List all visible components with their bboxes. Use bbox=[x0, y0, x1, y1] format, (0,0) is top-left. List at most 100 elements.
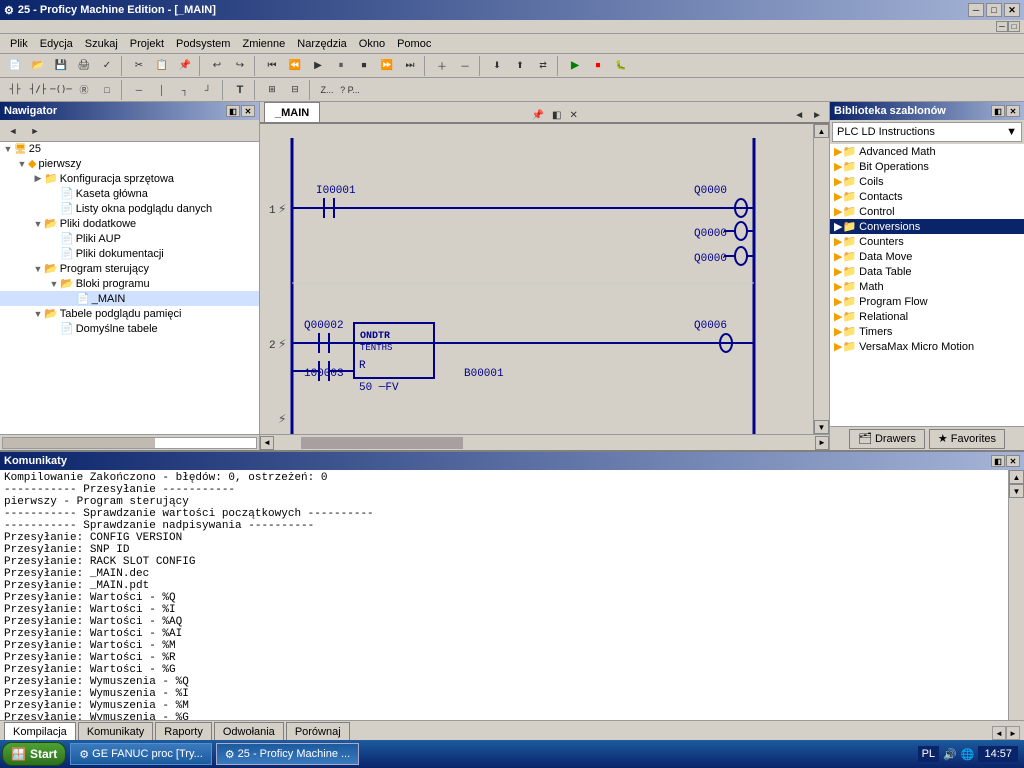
media-rewind[interactable]: ⏪ bbox=[284, 56, 306, 76]
tree-item-aup[interactable]: 📄 Pliki AUP bbox=[0, 231, 259, 246]
lib-item-versamax[interactable]: ▶📁 VersaMax Micro Motion bbox=[830, 339, 1024, 354]
lib-item-math[interactable]: ▶📁 Math bbox=[830, 279, 1024, 294]
nav-right-btn[interactable]: ► bbox=[809, 109, 825, 122]
menu-zmienne[interactable]: Zmienne bbox=[236, 36, 291, 52]
msg-tab-raporty[interactable]: Raporty bbox=[155, 722, 212, 740]
tree-item-program[interactable]: ▼ 📂 Program sterujący bbox=[0, 261, 259, 276]
lib-item-datatable[interactable]: ▶📁 Data Table bbox=[830, 264, 1024, 279]
rung-btn[interactable]: Ⓡ bbox=[73, 80, 95, 100]
grid2-btn[interactable]: ⊟ bbox=[284, 80, 306, 100]
copy-btn[interactable]: 📋 bbox=[151, 56, 173, 76]
contact-btn[interactable]: ┤├ bbox=[4, 80, 26, 100]
scroll-down-btn[interactable]: ▼ bbox=[814, 420, 829, 434]
media-play[interactable]: ▶ bbox=[307, 56, 329, 76]
scroll-left-btn[interactable]: ◄ bbox=[260, 436, 274, 450]
msg-scroll-up[interactable]: ▲ bbox=[1009, 470, 1024, 484]
nav-float-btn[interactable]: ◧ bbox=[226, 105, 240, 117]
lib-close-btn[interactable]: ✕ bbox=[1006, 105, 1020, 117]
lib-item-advmath[interactable]: ▶📁 Advanced Math bbox=[830, 144, 1024, 159]
upload-btn[interactable]: ⬆ bbox=[509, 56, 531, 76]
menu-pomoc[interactable]: Pomoc bbox=[391, 36, 437, 52]
lib-float-btn[interactable]: ◧ bbox=[991, 105, 1005, 117]
menu-narzedzia[interactable]: Narzędzia bbox=[291, 36, 353, 52]
ladder-vscroll[interactable]: ▲ ▼ bbox=[813, 124, 829, 434]
lib-item-conversions[interactable]: ▶📁 Conversions bbox=[830, 219, 1024, 234]
msg-vscroll[interactable]: ▲ ▼ bbox=[1008, 470, 1024, 720]
lib-item-control[interactable]: ▶📁 Control bbox=[830, 204, 1024, 219]
media-pause[interactable]: ⏸ bbox=[330, 56, 352, 76]
lib-dropdown[interactable]: PLC LD Instructions ▼ bbox=[832, 122, 1022, 142]
dline-btn[interactable]: ┐ bbox=[174, 80, 196, 100]
msg-float-btn[interactable]: ◧ bbox=[991, 455, 1005, 467]
close-btn[interactable]: ✕ bbox=[1004, 3, 1020, 17]
cut-btn[interactable]: ✂ bbox=[128, 56, 150, 76]
favorites-btn[interactable]: ★ Favorites bbox=[929, 429, 1005, 449]
media-ff[interactable]: ⏩ bbox=[376, 56, 398, 76]
box-btn[interactable]: □ bbox=[96, 80, 118, 100]
menu-edycja[interactable]: Edycja bbox=[34, 36, 79, 52]
inner-minimize-btn[interactable]: ─ bbox=[996, 21, 1008, 32]
msg-tab-porownaj[interactable]: Porównaj bbox=[286, 722, 350, 740]
text-btn[interactable]: T bbox=[229, 80, 251, 100]
taskbar-item-proficy[interactable]: ⚙ 25 - Proficy Machine ... bbox=[216, 743, 359, 765]
run-btn[interactable]: ▶ bbox=[564, 56, 586, 76]
start-button[interactable]: 🪟 Start bbox=[2, 742, 66, 766]
open-btn[interactable]: 📂 bbox=[27, 56, 49, 76]
tab-scroll-right[interactable]: ► bbox=[1006, 726, 1020, 740]
close-editor-btn[interactable]: ✕ bbox=[566, 109, 580, 122]
pin-icon[interactable]: 📌 bbox=[529, 109, 547, 122]
drawers-btn[interactable]: 🗂 Drawers bbox=[849, 429, 925, 449]
ladder-canvas[interactable]: 1 ⚡ I00001 bbox=[260, 124, 829, 434]
lib-item-contacts[interactable]: ▶📁 Contacts bbox=[830, 189, 1024, 204]
save-btn[interactable]: 💾 bbox=[50, 56, 72, 76]
nav-left-btn[interactable]: ◄ bbox=[791, 109, 807, 122]
download-btn[interactable]: ⬇ bbox=[486, 56, 508, 76]
scroll-right-btn[interactable]: ► bbox=[815, 436, 829, 450]
msg-tab-kompilacja[interactable]: Kompilacja bbox=[4, 722, 76, 740]
taskbar-item-fanuc[interactable]: ⚙ GE FANUC proc [Try... bbox=[70, 743, 212, 765]
media-stop[interactable]: ⏹ bbox=[353, 56, 375, 76]
tree-item-domyslne[interactable]: 📄 Domyślne tabele bbox=[0, 321, 259, 336]
dline2-btn[interactable]: ┘ bbox=[197, 80, 219, 100]
lib-item-coils[interactable]: ▶📁 Coils bbox=[830, 174, 1024, 189]
minus-btn[interactable]: － bbox=[454, 56, 476, 76]
tree-item-pierwszy[interactable]: ▼ ◆ pierwszy bbox=[0, 156, 259, 171]
inner-maximize-btn[interactable]: □ bbox=[1008, 21, 1020, 32]
print-btn[interactable]: 🖨 bbox=[73, 56, 95, 76]
sync-btn[interactable]: ⇄ bbox=[532, 56, 554, 76]
search2-btn[interactable]: ? P... bbox=[339, 80, 361, 100]
tab-main[interactable]: _MAIN bbox=[264, 102, 320, 122]
new-btn[interactable]: 📄 bbox=[4, 56, 26, 76]
tree-item-main[interactable]: 📄 _MAIN bbox=[0, 291, 259, 306]
media-prev[interactable]: ⏮ bbox=[261, 56, 283, 76]
lib-item-relational[interactable]: ▶📁 Relational bbox=[830, 309, 1024, 324]
tree-item-root[interactable]: ▼ 🖥 25 bbox=[0, 142, 259, 156]
zoom-btn[interactable]: Z... bbox=[316, 80, 338, 100]
tree-item-konfiguracja[interactable]: ▶ 📁 Konfiguracja sprzętowa bbox=[0, 171, 259, 186]
coil-btn[interactable]: ─()─ bbox=[50, 80, 72, 100]
check-btn[interactable]: ✓ bbox=[96, 56, 118, 76]
tab-scroll-left[interactable]: ◄ bbox=[992, 726, 1006, 740]
ncontact-btn[interactable]: ┤/├ bbox=[27, 80, 49, 100]
msg-tab-odwolania[interactable]: Odwołania bbox=[214, 722, 284, 740]
redo-btn[interactable]: ↪ bbox=[229, 56, 251, 76]
scroll-up-btn[interactable]: ▲ bbox=[814, 124, 829, 138]
paste-btn[interactable]: 📌 bbox=[174, 56, 196, 76]
maximize-btn[interactable]: □ bbox=[986, 3, 1002, 17]
media-next[interactable]: ⏭ bbox=[399, 56, 421, 76]
nav-close-btn[interactable]: ✕ bbox=[241, 105, 255, 117]
tree-item-listy[interactable]: 📄 Listy okna podglądu danych bbox=[0, 201, 259, 216]
menu-podsystem[interactable]: Podsystem bbox=[170, 36, 236, 52]
minimize-btn[interactable]: ─ bbox=[968, 3, 984, 17]
lib-item-timers[interactable]: ▶📁 Timers bbox=[830, 324, 1024, 339]
menu-szukaj[interactable]: Szukaj bbox=[79, 36, 124, 52]
tree-item-tabele[interactable]: ▼ 📂 Tabele podglądu pamięci bbox=[0, 306, 259, 321]
tree-item-pliki[interactable]: ▼ 📂 Pliki dodatkowe bbox=[0, 216, 259, 231]
tree-item-dok[interactable]: 📄 Pliki dokumentacji bbox=[0, 246, 259, 261]
ladder-hscroll[interactable]: ◄ ► bbox=[260, 434, 829, 450]
menu-projekt[interactable]: Projekt bbox=[124, 36, 170, 52]
nav-back-btn[interactable]: ◄ bbox=[2, 121, 24, 141]
tree-item-bloki[interactable]: ▼ 📂 Bloki programu bbox=[0, 276, 259, 291]
add-btn[interactable]: ＋ bbox=[431, 56, 453, 76]
grid1-btn[interactable]: ⊞ bbox=[261, 80, 283, 100]
